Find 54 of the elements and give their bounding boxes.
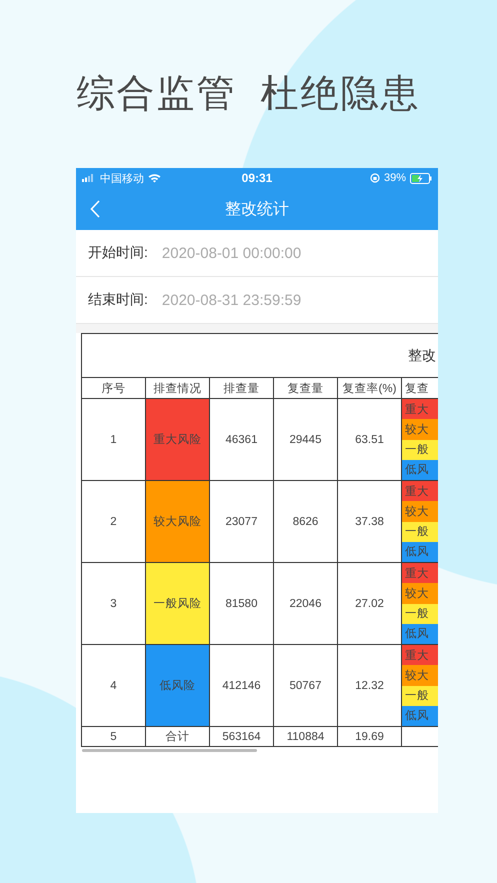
date-field[interactable]: 2020-08-01 00:00:00 xyxy=(162,244,302,262)
signal-icon xyxy=(82,174,96,182)
battery-charging-icon xyxy=(410,172,432,184)
risk-tag: 较大 xyxy=(402,419,438,440)
scrollbar[interactable] xyxy=(82,749,257,752)
table-title: 整改 xyxy=(408,346,437,364)
headline: 杜绝隐患 xyxy=(260,72,420,117)
risk-tag: 一般 xyxy=(402,686,438,706)
table-cell: 19.69 xyxy=(338,727,402,747)
date-field[interactable]: 2020-08-31 23:59:59 xyxy=(162,292,302,308)
risk-tag: 重大 xyxy=(402,563,438,584)
risk-tag: 低风 xyxy=(402,706,438,726)
back-icon[interactable] xyxy=(90,200,100,218)
headline: 综合监管 xyxy=(76,72,236,117)
risk-cell: 较大风险 xyxy=(146,481,210,563)
risk-tag: 重大 xyxy=(402,645,438,666)
risk-cell: 一般风险 xyxy=(146,563,210,645)
wifi-icon xyxy=(148,173,161,183)
battery-percent: 39% xyxy=(384,172,406,184)
table-cell: 5 xyxy=(82,727,146,747)
clock-time: 09:31 xyxy=(242,171,272,185)
column-header: 序号 xyxy=(82,378,146,399)
risk-tag: 重大 xyxy=(402,399,438,420)
risk-tag: 较大 xyxy=(402,501,438,522)
risk-cell: 重大风险 xyxy=(146,399,210,481)
column-header: 复查量 xyxy=(274,378,338,399)
table-cell: 合计 xyxy=(146,727,210,747)
rotation-lock-icon xyxy=(370,173,380,183)
page-title: 整改统计 xyxy=(225,200,289,220)
table-cell: 50767 xyxy=(274,645,338,727)
table-cell: 8626 xyxy=(274,481,338,563)
field-label: 开始时间: xyxy=(88,244,148,262)
risk-tag: 一般 xyxy=(402,440,438,460)
risk-tag: 重大 xyxy=(402,481,438,502)
risk-tag: 较大 xyxy=(402,583,438,604)
table-cell: 563164 xyxy=(210,727,274,747)
table-cell: 46361 xyxy=(210,399,274,481)
risk-tag: 一般 xyxy=(402,604,438,624)
table-cell: 110884 xyxy=(274,727,338,747)
table-cell: 29445 xyxy=(274,399,338,481)
table-cell: 22046 xyxy=(274,563,338,645)
field-label: 结束时间: xyxy=(88,291,148,309)
table-cell: 23077 xyxy=(210,481,274,563)
carrier-name: 中国移动 xyxy=(100,172,144,186)
column-header: 复查率(%) xyxy=(338,378,402,399)
table-cell: 81580 xyxy=(210,563,274,645)
risk-tag: 低风 xyxy=(402,460,438,480)
column-header: 排查量 xyxy=(210,378,274,399)
table-cell: 412146 xyxy=(210,645,274,727)
risk-tag: 低风 xyxy=(402,542,438,562)
risk-tag: 低风 xyxy=(402,624,438,644)
risk-tag: 一般 xyxy=(402,522,438,542)
risk-tag: 较大 xyxy=(402,665,438,686)
risk-cell: 低风险 xyxy=(146,645,210,727)
